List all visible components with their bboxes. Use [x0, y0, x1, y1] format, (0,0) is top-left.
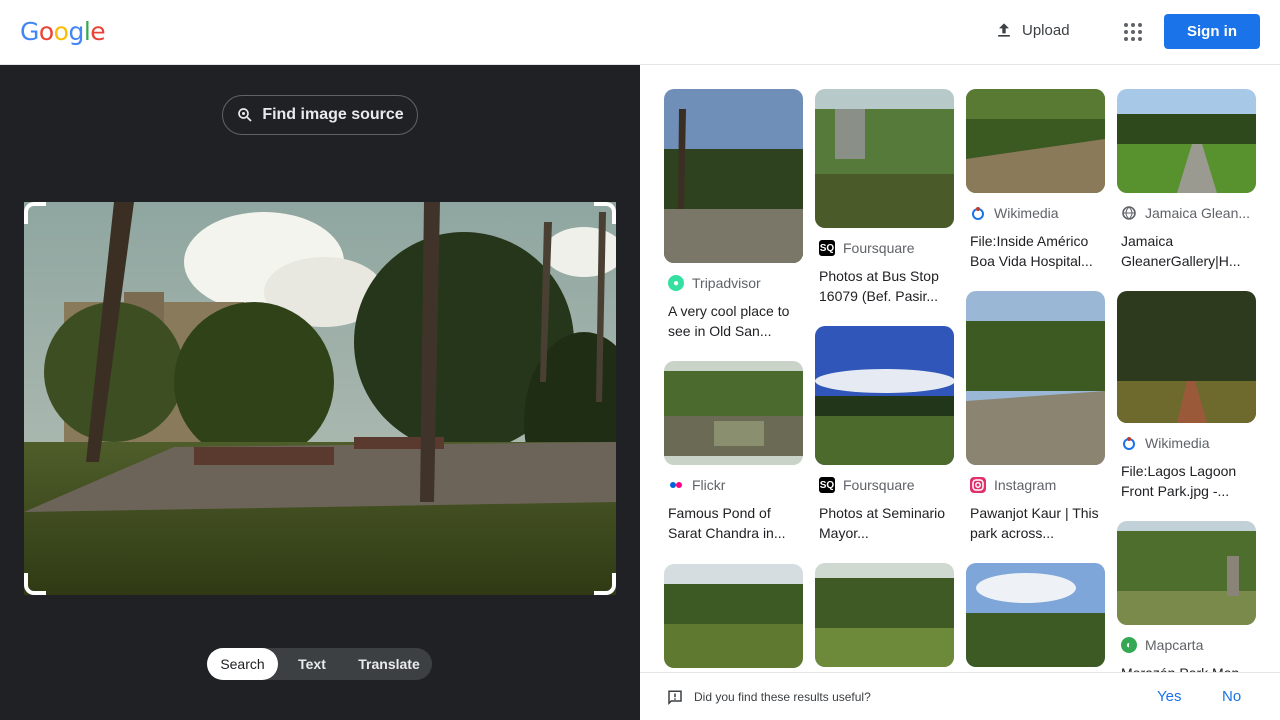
result-title[interactable]: Photos at Seminario Mayor... — [815, 503, 954, 543]
result-title[interactable]: Jamaica GleanerGallery|H... — [1117, 231, 1256, 271]
result-title[interactable]: A very cool place to see in Old San... — [664, 301, 803, 341]
tripadvisor-icon: ● — [668, 275, 684, 291]
result-card[interactable]: ● Tripadvisor A very cool place to see i… — [664, 89, 803, 341]
result-source: Wikimedia — [966, 205, 1105, 221]
flickr-icon — [668, 477, 684, 493]
result-source: ● Tripadvisor — [664, 275, 803, 291]
apps-grid-icon[interactable] — [1121, 20, 1145, 44]
result-source-name: Flickr — [692, 477, 726, 493]
globe-icon — [1121, 205, 1137, 221]
result-card[interactable] — [815, 563, 954, 667]
result-card[interactable]: Wikimedia File:Inside Américo Boa Vida H… — [966, 89, 1105, 271]
result-source: Jamaica Glean... — [1117, 205, 1256, 221]
result-source-name: Tripadvisor — [692, 275, 761, 291]
upload-icon — [998, 23, 1010, 37]
result-source: SQ Foursquare — [815, 477, 954, 493]
result-source: SQ Foursquare — [815, 240, 954, 256]
result-title[interactable]: Pawanjot Kaur | This park across... — [966, 503, 1105, 543]
result-thumbnail[interactable] — [664, 564, 803, 668]
result-source-name: Jamaica Glean... — [1145, 205, 1251, 221]
tab-translate[interactable]: Translate — [346, 648, 432, 680]
result-card[interactable]: Flickr Famous Pond of Sarat Chandra in..… — [664, 361, 803, 543]
crop-handle-top-left[interactable] — [24, 202, 46, 224]
result-source-name: Instagram — [994, 477, 1057, 493]
result-card[interactable]: Wikimedia File:Lagos Lagoon Front Park.j… — [1117, 291, 1256, 501]
upload-label: Upload — [1022, 21, 1070, 39]
wikimedia-icon — [970, 205, 986, 221]
find-image-source-label: Find image source — [262, 106, 404, 123]
result-thumbnail[interactable] — [966, 563, 1105, 667]
result-card[interactable]: ◐ Mapcarta Morazán Park Map... — [1117, 521, 1256, 672]
result-source: Instagram — [966, 477, 1105, 493]
result-thumbnail[interactable] — [664, 361, 803, 465]
result-thumbnail[interactable] — [1117, 521, 1256, 625]
feedback-bar: Did you find these results useful? — [640, 672, 1280, 720]
result-source-name: Wikimedia — [1145, 435, 1210, 451]
result-card[interactable]: Instagram Pawanjot Kaur | This park acro… — [966, 291, 1105, 543]
feedback-no-button[interactable]: No — [1222, 688, 1241, 705]
sign-in-button[interactable]: Sign in — [1164, 14, 1260, 49]
result-source: Wikimedia — [1117, 435, 1256, 451]
result-card[interactable]: SQ Foursquare Photos at Seminario Mayor.… — [815, 326, 954, 543]
result-card[interactable]: Jamaica Glean... Jamaica GleanerGallery|… — [1117, 89, 1256, 271]
result-thumbnail[interactable] — [815, 563, 954, 667]
result-source: Flickr — [664, 477, 803, 493]
result-title[interactable]: Famous Pond of Sarat Chandra in... — [664, 503, 803, 543]
upload-button[interactable]: Upload — [994, 20, 1070, 40]
feedback-yes-button[interactable]: Yes — [1157, 688, 1181, 705]
crop-handle-bottom-left[interactable] — [24, 573, 46, 595]
crop-handle-top-right[interactable] — [594, 202, 616, 224]
result-thumbnail[interactable] — [664, 89, 803, 263]
google-logo[interactable]: Google — [20, 17, 106, 46]
feedback-question: Did you find these results useful? — [694, 690, 871, 704]
foursquare-icon: SQ — [819, 477, 835, 493]
result-thumbnail[interactable] — [1117, 291, 1256, 423]
tab-search[interactable]: Search — [207, 648, 278, 680]
header: Google Upload Sign in — [0, 0, 1280, 65]
feedback-icon — [668, 690, 682, 706]
visual-matches-grid: ● Tripadvisor A very cool place to see i… — [640, 65, 1280, 672]
crop-handle-bottom-right[interactable] — [594, 573, 616, 595]
result-title[interactable]: File:Inside Américo Boa Vida Hospital... — [966, 231, 1105, 271]
mode-switcher: Search Text Translate — [207, 648, 432, 680]
result-source-name: Mapcarta — [1145, 637, 1204, 653]
lens-search-icon — [238, 108, 252, 122]
result-title[interactable]: Morazán Park Map... — [1117, 663, 1256, 672]
instagram-icon — [970, 477, 986, 493]
result-source-name: Foursquare — [843, 477, 915, 493]
result-title[interactable]: File:Lagos Lagoon Front Park.jpg -... — [1117, 461, 1256, 501]
query-image[interactable] — [24, 202, 616, 595]
result-thumbnail[interactable] — [966, 291, 1105, 465]
mapcarta-icon: ◐ — [1121, 637, 1137, 653]
result-card[interactable]: SQ Foursquare Photos at Bus Stop 16079 (… — [815, 89, 954, 306]
foursquare-icon: SQ — [819, 240, 835, 256]
result-card[interactable] — [664, 564, 803, 668]
result-source: ◐ Mapcarta — [1117, 637, 1256, 653]
result-source-name: Foursquare — [843, 240, 915, 256]
result-thumbnail[interactable] — [815, 89, 954, 228]
find-image-source-button[interactable]: Find image source — [222, 95, 418, 135]
result-thumbnail[interactable] — [815, 326, 954, 465]
wikimedia-icon — [1121, 435, 1137, 451]
query-image-panel: Find image source Search Text Translate — [0, 65, 640, 720]
result-card[interactable] — [966, 563, 1105, 667]
result-thumbnail[interactable] — [966, 89, 1105, 193]
result-source-name: Wikimedia — [994, 205, 1059, 221]
result-thumbnail[interactable] — [1117, 89, 1256, 193]
tab-text[interactable]: Text — [278, 648, 346, 680]
result-title[interactable]: Photos at Bus Stop 16079 (Bef. Pasir... — [815, 266, 954, 306]
